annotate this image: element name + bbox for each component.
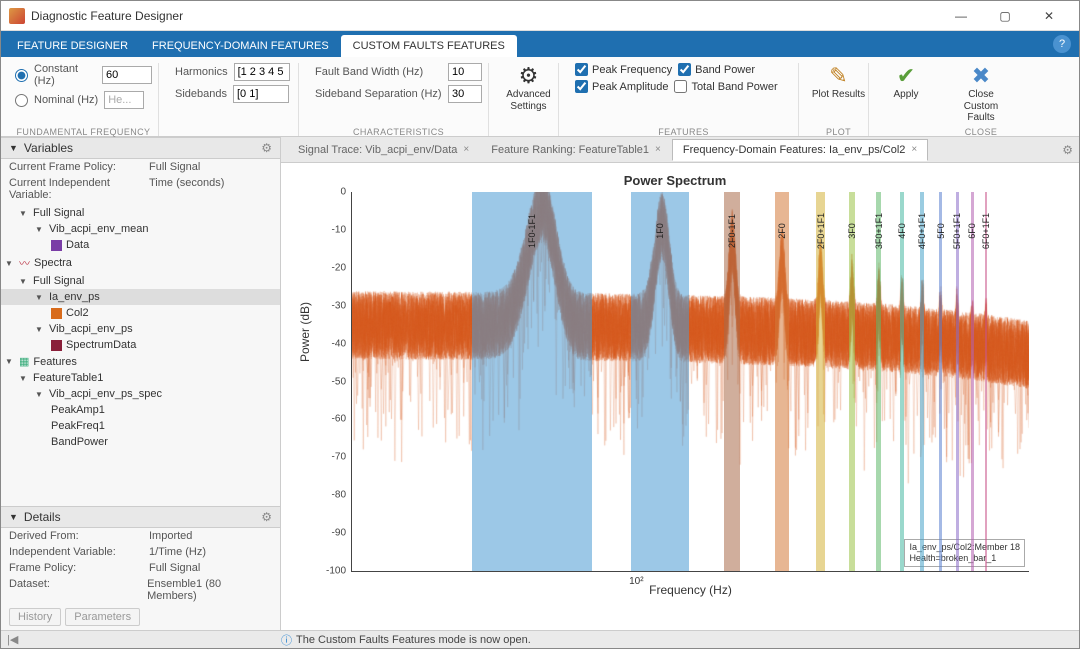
group-characteristics: CHARACTERISTICS [309, 127, 488, 137]
tree-col2[interactable]: Col2 [1, 305, 280, 321]
variable-tree[interactable]: ▼Full Signal ▼Vib_acpi_env_mean Data ▼〰S… [1, 203, 280, 506]
constant-radio[interactable] [15, 69, 28, 82]
details-indep-row: Independent Variable:1/Time (Hz) [1, 544, 280, 560]
sbs-input[interactable] [448, 85, 482, 103]
group-features: FEATURES [569, 127, 798, 137]
info-icon: ⓘ [281, 632, 292, 648]
harmonics-label: Harmonics [175, 66, 228, 78]
chart-title: Power Spectrum [291, 173, 1059, 188]
swatch-icon [51, 340, 62, 351]
matlab-icon [9, 8, 25, 24]
swatch-icon [51, 240, 62, 251]
doctab-feature-ranking[interactable]: Feature Ranking: FeatureTable1× [480, 139, 672, 161]
wand-icon: ✎ [829, 65, 847, 87]
gear-icon[interactable]: ⚙ [261, 510, 272, 524]
sidebands-input[interactable] [233, 85, 289, 103]
main: ▼Variables⚙ Current Frame Policy:Full Si… [1, 137, 1079, 630]
band-power-check[interactable]: Band Power [678, 63, 755, 76]
parameters-button[interactable]: Parameters [65, 608, 140, 626]
close-button[interactable]: ✕ [1027, 2, 1071, 30]
content: Signal Trace: Vib_acpi_env/Data× Feature… [281, 137, 1079, 630]
constant-input[interactable] [102, 66, 152, 84]
statusbar-left: |◀ [1, 633, 281, 646]
frame-policy-row: Current Frame Policy:Full Signal [1, 159, 280, 175]
statusbar: |◀ ⓘ The Custom Faults Features mode is … [1, 630, 1079, 648]
group-close: CLOSE [943, 127, 1019, 137]
swatch-icon [51, 308, 62, 319]
tree-peakfreq1[interactable]: PeakFreq1 [1, 418, 280, 434]
tab-custom-faults[interactable]: CUSTOM FAULTS FEATURES [341, 35, 517, 57]
document-tabs: Signal Trace: Vib_acpi_env/Data× Feature… [281, 137, 1079, 163]
tree-features[interactable]: ▼▦Features [1, 353, 280, 370]
indep-var-row: Current Independent Variable:Time (secon… [1, 175, 280, 203]
close-icon[interactable]: × [911, 144, 917, 155]
group-plot: PLOT [809, 127, 868, 137]
tree-bandpower[interactable]: BandPower [1, 434, 280, 450]
tree-peakamp1[interactable]: PeakAmp1 [1, 402, 280, 418]
apply-button[interactable]: ✔Apply [877, 63, 935, 103]
chart-axes[interactable]: Power (dB) Frequency (Hz) Ia_env_ps/Col2… [351, 192, 1029, 572]
total-band-power-check[interactable]: Total Band Power [674, 80, 777, 93]
doctab-freq-features[interactable]: Frequency-Domain Features: Ia_env_ps/Col… [672, 139, 928, 161]
spectrum-canvas [352, 192, 1029, 571]
maximize-button[interactable]: ▢ [983, 2, 1027, 30]
tree-full-signal[interactable]: ▼Full Signal [1, 205, 280, 221]
titlebar: Diagnostic Feature Designer — ▢ ✕ [1, 1, 1079, 31]
group-fundamental: FUNDAMENTAL FREQUENCY [9, 127, 158, 137]
fbw-label: Fault Band Width (Hz) [315, 66, 442, 78]
tabs-gear-icon[interactable]: ⚙ [1062, 143, 1073, 157]
peak-amp-check[interactable]: Peak Amplitude [575, 80, 668, 93]
advanced-settings-button[interactable]: ⚙Advanced Settings [500, 63, 558, 114]
tree-ia-env-ps[interactable]: ▼Ia_env_ps [1, 289, 280, 305]
details-dataset-row: Dataset:Ensemble1 (80 Members) [1, 576, 280, 604]
status-text: The Custom Faults Features mode is now o… [296, 634, 531, 646]
y-axis-label: Power (dB) [298, 301, 312, 361]
tree-spectra[interactable]: ▼〰Spectra [1, 253, 280, 273]
minimize-button[interactable]: — [939, 2, 983, 30]
close-x-icon: ✖ [972, 65, 990, 87]
tree-data[interactable]: Data [1, 237, 280, 253]
help-icon[interactable]: ? [1053, 35, 1071, 53]
tab-feature-designer[interactable]: FEATURE DESIGNER [5, 35, 140, 57]
details-frame-row: Frame Policy:Full Signal [1, 560, 280, 576]
spectrum-icon: 〰 [19, 255, 30, 271]
sidebands-label: Sidebands [175, 88, 227, 100]
ribbon-tabstrip: FEATURE DESIGNER FREQUENCY-DOMAIN FEATUR… [1, 31, 1079, 57]
nominal-radio[interactable] [15, 94, 28, 107]
window-title: Diagnostic Feature Designer [31, 9, 939, 23]
check-icon: ✔ [897, 65, 915, 87]
tree-vib-mean[interactable]: ▼Vib_acpi_env_mean [1, 221, 280, 237]
history-button[interactable]: History [9, 608, 61, 626]
close-faults-button[interactable]: ✖Close Custom Faults [952, 63, 1010, 126]
nominal-input[interactable] [104, 91, 144, 109]
doctab-signal-trace[interactable]: Signal Trace: Vib_acpi_env/Data× [287, 139, 480, 161]
nominal-label: Nominal (Hz) [34, 94, 98, 106]
gear-icon: ⚙ [519, 65, 539, 87]
tree-featuretable1[interactable]: ▼FeatureTable1 [1, 370, 280, 386]
table-icon: ▦ [19, 355, 29, 368]
derived-row: Derived From:Imported [1, 528, 280, 544]
x-axis-label: Frequency (Hz) [649, 583, 732, 597]
plot-results-button[interactable]: ✎Plot Results [810, 63, 868, 103]
tree-vib-env-ps[interactable]: ▼Vib_acpi_env_ps [1, 321, 280, 337]
tab-freq-domain[interactable]: FREQUENCY-DOMAIN FEATURES [140, 35, 341, 57]
peak-freq-check[interactable]: Peak Frequency [575, 63, 672, 76]
constant-label: Constant (Hz) [34, 63, 96, 87]
tree-spectra-fullsignal[interactable]: ▼Full Signal [1, 273, 280, 289]
tree-spectrumdata[interactable]: SpectrumData [1, 337, 280, 353]
plot-area[interactable]: Power Spectrum Power (dB) Frequency (Hz)… [281, 163, 1079, 630]
variables-header[interactable]: ▼Variables⚙ [1, 137, 280, 159]
fbw-input[interactable] [448, 63, 482, 81]
sbs-label: Sideband Separation (Hz) [315, 88, 442, 100]
close-icon[interactable]: × [463, 144, 469, 155]
gear-icon[interactable]: ⚙ [261, 141, 272, 155]
ribbon: Constant (Hz) Nominal (Hz) FUNDAMENTAL F… [1, 57, 1079, 137]
sidebar: ▼Variables⚙ Current Frame Policy:Full Si… [1, 137, 281, 630]
close-icon[interactable]: × [655, 144, 661, 155]
harmonics-input[interactable] [234, 63, 290, 81]
details-header[interactable]: ▼Details⚙ [1, 506, 280, 528]
tree-vib-ps-spec[interactable]: ▼Vib_acpi_env_ps_spec [1, 386, 280, 402]
